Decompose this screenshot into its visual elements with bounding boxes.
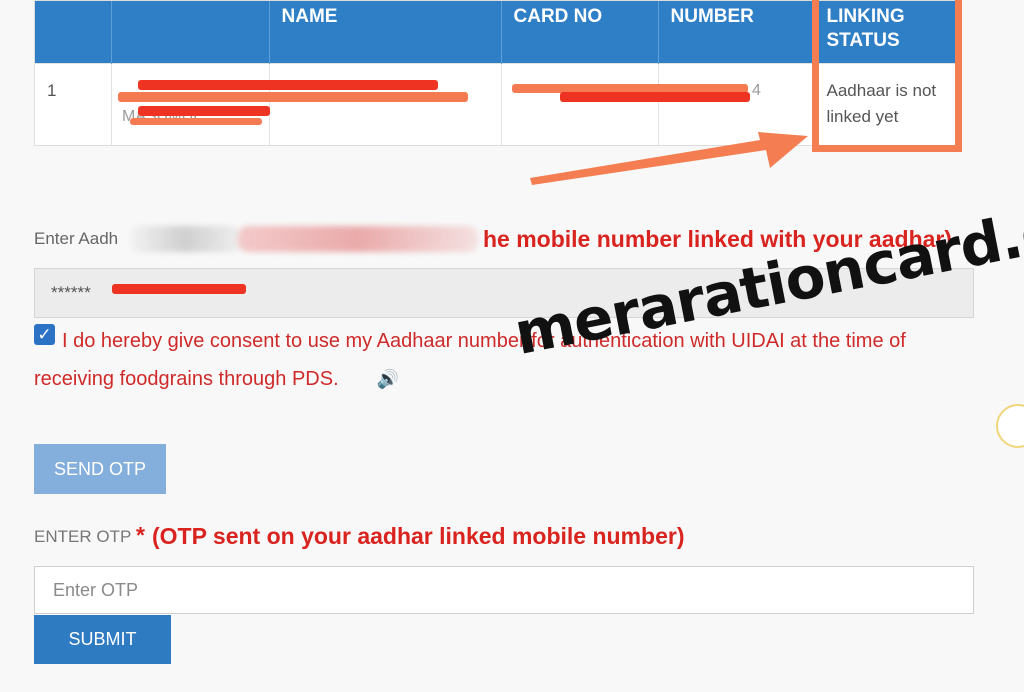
aadhaar-label: Enter Aadh: [34, 229, 119, 248]
otp-hint: (OTP sent on your aadhar linked mobile n…: [152, 523, 685, 549]
cell-sno: 1: [35, 62, 112, 145]
redaction-mark: [112, 284, 246, 294]
redaction-mark: [130, 118, 262, 125]
header-card-no: CARD NO: [501, 1, 659, 63]
otp-input[interactable]: [34, 566, 974, 614]
status-highlight-box: [812, 0, 962, 152]
header-blank: [111, 1, 270, 63]
redaction-mark: [118, 92, 468, 102]
cell-redacted-1: [111, 62, 270, 145]
blurred-region: [130, 226, 240, 252]
checkmark-icon: ✓: [37, 325, 52, 344]
consent-text: I do hereby give consent to use my Aadha…: [34, 322, 974, 398]
header-name: NAME: [269, 1, 502, 63]
header-sno: [35, 1, 112, 63]
cell-redacted-name: [269, 62, 502, 145]
redaction-mark: [138, 80, 438, 90]
speaker-icon[interactable]: 🔊: [349, 360, 399, 398]
submit-button[interactable]: SUBMIT: [34, 615, 171, 664]
redaction-mark: [560, 92, 750, 102]
faded-number-fragment: 4: [752, 82, 761, 99]
consent-checkbox[interactable]: ✓: [34, 324, 55, 345]
send-otp-button[interactable]: SEND OTP: [34, 444, 166, 494]
pointer-arrow-icon: [530, 132, 808, 185]
floating-circle-icon[interactable]: [996, 404, 1024, 448]
otp-label: ENTER OTP: [34, 527, 132, 546]
header-number: NUMBER: [658, 1, 815, 63]
consent-label: I do hereby give consent to use my Aadha…: [34, 330, 906, 390]
otp-required-mark: *: [136, 522, 145, 548]
blurred-region: [238, 226, 478, 252]
redaction-mark: [138, 106, 270, 116]
